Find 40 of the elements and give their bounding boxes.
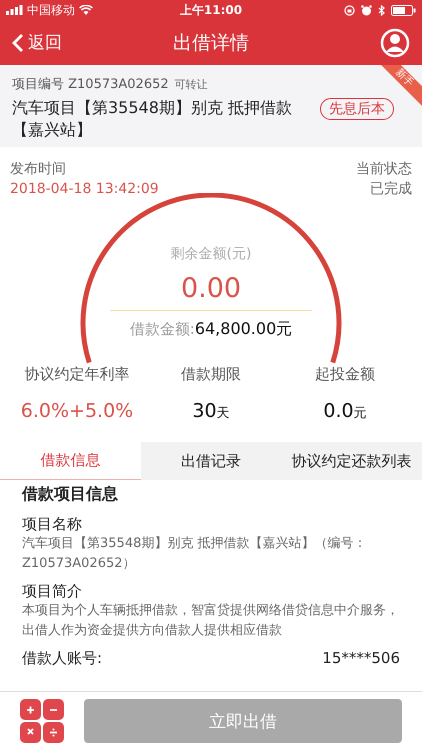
section-heading: 借款项目信息 xyxy=(22,484,119,505)
back-button[interactable]: 返回 xyxy=(12,31,62,54)
remaining-amount: 0.00 xyxy=(180,273,242,304)
bluetooth-icon xyxy=(378,4,385,16)
account-value: 15****506 xyxy=(322,649,400,668)
lock-rotation-icon xyxy=(344,4,355,16)
carrier-name: 中国移动 xyxy=(27,2,75,18)
project-title: 汽车项目【第35548期】别克 抵押借款【嘉兴站】 xyxy=(12,97,293,141)
stat-label: 起投金额 xyxy=(314,365,376,384)
signal-icon xyxy=(6,5,23,15)
publish-time: 2018-04-18 13:42:09 xyxy=(10,180,159,199)
repayment-tag: 先息后本 xyxy=(320,98,394,120)
calculator-icon[interactable] xyxy=(20,699,64,743)
tab[interactable]: 协议约定还款列表 xyxy=(281,442,422,480)
user-icon[interactable] xyxy=(380,28,410,58)
stat-value: 0.0元 xyxy=(322,400,368,422)
field-title: 项目名称 xyxy=(22,515,83,534)
alarm-icon xyxy=(361,4,372,16)
field-text: 汽车项目【第35548期】别克 抵押借款【嘉兴站】（编号：Z10573A02652） xyxy=(22,535,368,573)
transferable-label: 可转让 xyxy=(174,77,208,92)
chevron-left-icon xyxy=(12,32,24,52)
stat-label: 协议约定年利率 xyxy=(24,365,130,384)
status-label: 当前状态 xyxy=(356,160,412,179)
status-value: 已完成 xyxy=(369,180,412,199)
wifi-icon xyxy=(79,5,93,15)
account-label: 借款人账号: xyxy=(22,649,102,668)
stat-label: 借款期限 xyxy=(180,365,242,384)
battery-icon xyxy=(391,4,416,16)
page-title: 出借详情 xyxy=(173,30,249,56)
remaining-label: 剩余金额(元) xyxy=(170,245,252,263)
tab[interactable]: 借款信息 xyxy=(0,442,141,480)
tab[interactable]: 出借记录 xyxy=(140,442,282,480)
stat-value: 30天 xyxy=(191,400,231,422)
clock-time: 上午11:00 xyxy=(180,2,242,18)
project-number: 项目编号 Z10573A02652 xyxy=(12,76,169,93)
field-text: 本项目为个人车辆抵押借款，智富贷提供网络借贷信息中介服务，出借人作为资金提供方向借款人提供相应借款 xyxy=(22,602,400,640)
publish-label: 发布时间 xyxy=(10,160,67,179)
loan-amount: 借款金额:64,800.00元 xyxy=(130,319,292,340)
field-title: 项目简介 xyxy=(22,582,83,601)
stat-value: 6.0%+5.0% xyxy=(20,400,134,422)
